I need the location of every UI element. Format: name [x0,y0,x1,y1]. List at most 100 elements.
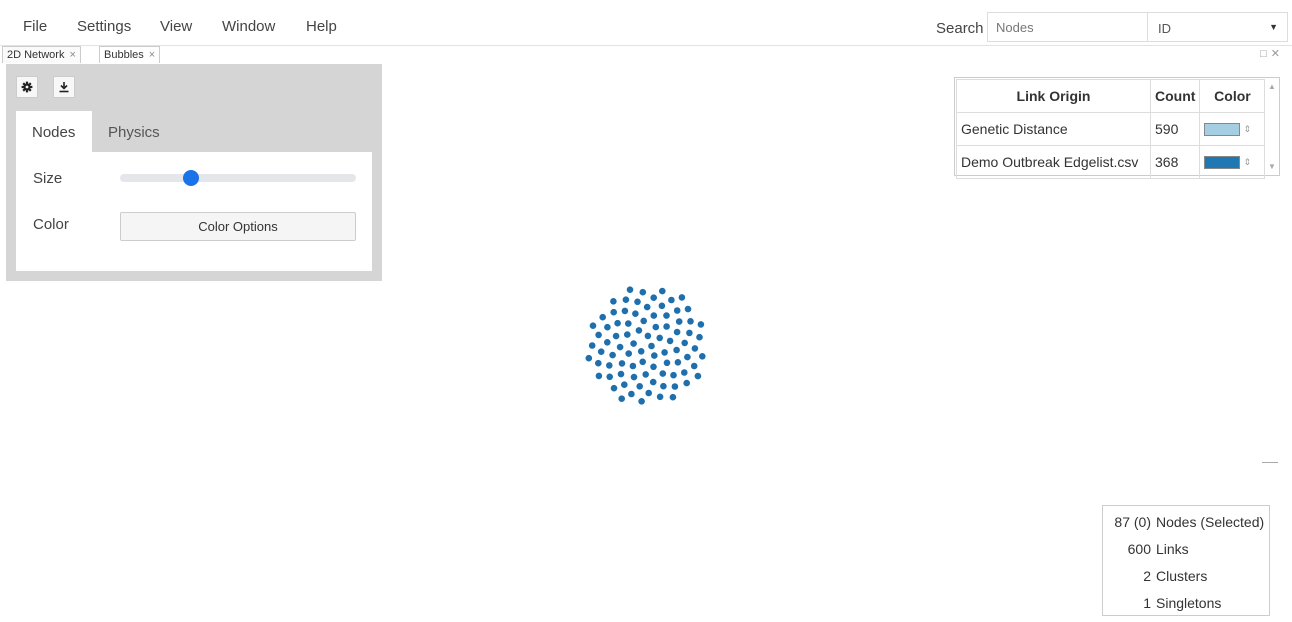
network-node[interactable] [638,398,645,405]
network-node[interactable] [663,323,670,330]
tab-nodes[interactable]: Nodes [16,111,92,153]
network-node[interactable] [634,298,641,306]
network-node[interactable] [694,372,702,380]
network-node[interactable] [690,362,698,370]
network-node[interactable] [609,351,616,359]
network-node[interactable] [681,369,688,376]
network-node[interactable] [629,362,637,370]
network-node[interactable] [666,337,674,345]
network-node[interactable] [639,288,647,296]
network-node[interactable] [625,320,632,327]
network-node[interactable] [671,383,679,390]
network-node[interactable] [625,350,632,357]
network-node[interactable] [696,333,703,341]
network-node[interactable] [663,312,670,319]
network-node[interactable] [622,296,630,304]
network-node[interactable] [642,371,649,378]
network-node[interactable] [621,307,629,315]
network-node[interactable] [621,381,628,389]
network-node[interactable] [616,343,624,351]
network-node[interactable] [686,329,693,337]
network-node[interactable] [599,313,606,321]
scroll-down-icon[interactable]: ▼ [1268,162,1276,171]
size-slider[interactable] [120,170,356,186]
network-node[interactable] [630,340,637,347]
network-node[interactable] [628,390,635,398]
network-node[interactable] [640,317,647,325]
network-node[interactable] [660,382,667,390]
scroll-up-icon[interactable]: ▲ [1268,82,1276,91]
network-node[interactable] [673,328,681,336]
network-node[interactable] [650,363,657,371]
network-node[interactable] [670,371,677,379]
network-node[interactable] [610,298,617,305]
network-node[interactable] [648,342,655,350]
network-node[interactable] [604,339,611,346]
network-node[interactable] [614,319,621,327]
network-node[interactable] [610,308,617,316]
network-node[interactable] [644,332,652,340]
network-node[interactable] [618,360,626,367]
network-node[interactable] [659,287,666,295]
download-button[interactable] [53,76,75,98]
network-node[interactable] [697,321,705,328]
network-node[interactable] [673,346,680,354]
network-node[interactable] [606,362,613,369]
network-node[interactable] [612,332,620,340]
network-node[interactable] [651,352,658,359]
network-node[interactable] [661,349,668,356]
network-node[interactable] [678,294,686,301]
network-node[interactable] [618,395,625,403]
network-node[interactable] [649,378,657,386]
network-node[interactable] [595,331,602,339]
network-node[interactable] [630,373,638,381]
spinner-icon[interactable]: ⇕ [1243,124,1251,135]
size-slider-thumb[interactable] [182,170,199,186]
color-swatch[interactable] [1204,155,1241,169]
network-node[interactable] [673,307,681,314]
network-node[interactable] [597,348,605,356]
network-node[interactable] [636,383,643,390]
network-node[interactable] [645,389,652,397]
network-node[interactable] [683,379,690,387]
network-node[interactable] [610,384,618,392]
network-node[interactable] [656,393,664,401]
network-node[interactable] [691,345,699,352]
network-node[interactable] [699,353,706,360]
network-node[interactable] [684,353,691,361]
network-node[interactable] [635,327,643,334]
network-node[interactable] [637,348,645,355]
tab-physics[interactable]: Physics [92,111,178,153]
spinner-icon[interactable]: ⇕ [1243,157,1251,168]
network-node[interactable] [656,334,663,342]
network-node[interactable] [681,339,688,347]
color-swatch[interactable] [1204,122,1241,136]
network-node[interactable] [624,331,631,338]
network-node[interactable] [632,310,639,318]
network-node[interactable] [687,318,694,325]
network-node[interactable] [595,372,603,380]
table-scrollbar[interactable]: ▲ ▼ [1265,78,1279,175]
network-node[interactable] [617,370,625,378]
network-node[interactable] [588,342,596,349]
network-node[interactable] [675,318,683,325]
settings-button[interactable] [16,76,38,98]
network-node[interactable] [659,370,667,377]
network-node[interactable] [652,323,660,331]
network-node[interactable] [669,393,677,401]
network-node[interactable] [674,359,682,366]
network-node[interactable] [650,294,657,302]
network-node[interactable] [663,359,671,367]
network-node[interactable] [626,286,634,294]
color-options-button[interactable]: Color Options [120,212,356,241]
network-node[interactable] [684,305,692,313]
network-node[interactable] [585,354,593,362]
network-node[interactable] [639,358,646,366]
network-node[interactable] [658,302,666,310]
network-node[interactable] [589,322,597,330]
network-node[interactable] [668,296,675,304]
network-node[interactable] [606,373,613,381]
network-node[interactable] [643,303,651,311]
network-node[interactable] [604,323,611,331]
node-bubble-cluster[interactable] [585,286,706,405]
